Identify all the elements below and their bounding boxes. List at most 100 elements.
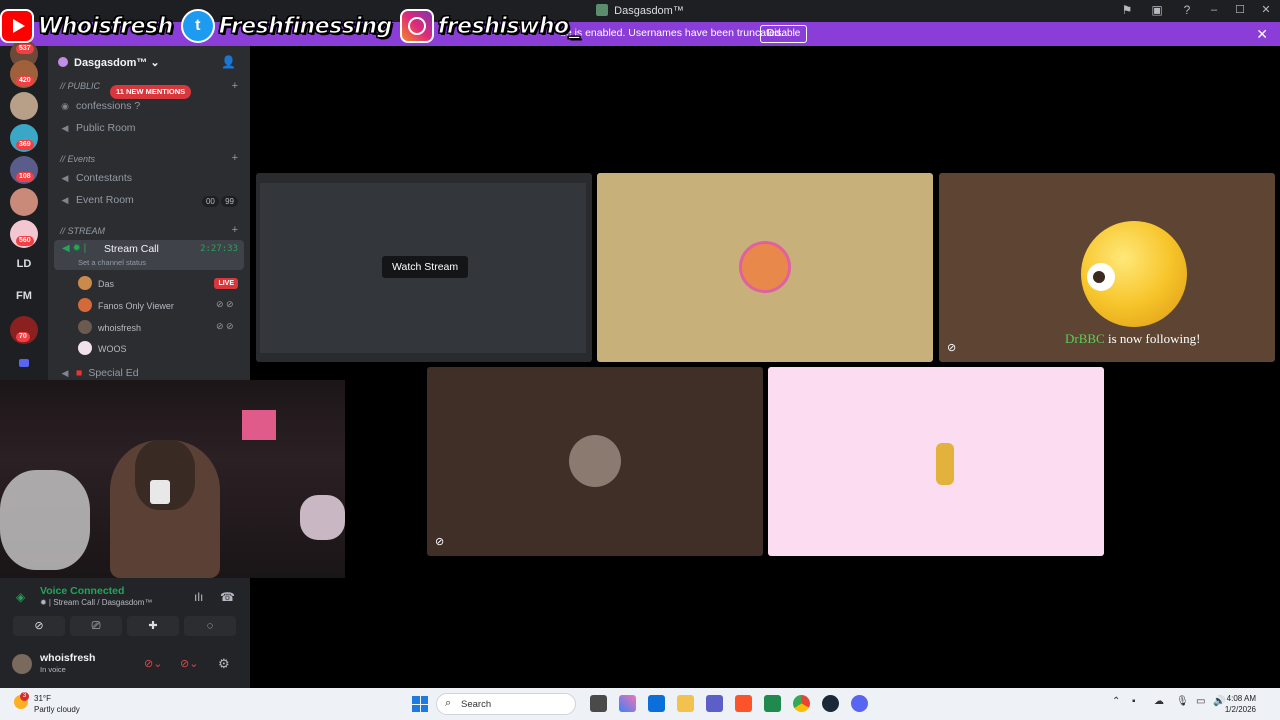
speaker-icon: ◀ [61,173,69,183]
clock[interactable]: 4:08 AM 1/2/2026 [1225,693,1256,715]
server-badge: 70 [16,332,30,342]
webcam-poster [242,410,276,440]
instagram-icon [399,9,434,43]
app-icon[interactable] [764,695,781,712]
voice-user[interactable]: whoisfresh [78,320,141,334]
red-square-icon: ■ [76,367,83,379]
channel-sidebar: Dasgasdom™ ⌄ 👤 // PUBLIC + 11 NEW MENTIO… [48,46,250,380]
volume-icon[interactable]: 🔊 [1213,696,1225,707]
store-icon[interactable] [648,695,665,712]
avatar [78,320,92,334]
chevron-up-icon[interactable]: ⌃ [1112,696,1120,707]
guild-header[interactable]: Dasgasdom™ ⌄ [58,56,160,69]
folder-icon[interactable] [19,359,29,367]
task-view-icon[interactable] [590,695,607,712]
soundboard-button[interactable]: ◌ [184,616,236,636]
screen-share-button[interactable]: ⎚ [70,616,122,636]
server-fm[interactable]: FM [10,290,38,302]
disable-button[interactable]: Disable [760,25,808,43]
webcam-phone [150,480,170,504]
activities-button[interactable]: ✚ [127,616,179,636]
gear-icon[interactable]: ⚙ [218,656,230,672]
twitter-icon: t [180,9,215,43]
close-window-button[interactable]: ✕ [1260,3,1272,17]
category-events[interactable]: // Events [60,154,95,164]
server-badge: 420 [16,76,34,86]
add-channel-icon[interactable]: + [232,224,238,236]
webcam-cloth [300,495,345,540]
chrome-icon[interactable] [793,695,810,712]
watch-stream-button[interactable]: Watch Stream [382,256,469,278]
server-badge: 560 [16,236,34,246]
tray-app-icon[interactable]: ▪ [1132,696,1136,707]
participant-tile[interactable] [597,173,933,362]
deafen-icon[interactable]: ⊘⌄ [180,657,198,670]
server-icon[interactable] [10,92,38,120]
inbox-icon[interactable]: ▣ [1150,3,1164,17]
channel-status[interactable]: Set a channel status [78,258,146,267]
flag-icon[interactable]: ⚑ [1120,3,1134,17]
minimize-button[interactable]: – [1208,3,1220,17]
add-channel-icon[interactable]: + [232,80,238,92]
steam-icon[interactable] [822,695,839,712]
voice-user[interactable]: WOOS [78,341,127,355]
guild-name: Dasgasdom™ [74,57,148,69]
live-badge: LIVE [214,278,238,289]
participant-tile[interactable] [768,367,1104,556]
participant-tile[interactable]: DrBBC is now following! ⊘ [939,173,1275,362]
stream-tile-screen[interactable]: Watch Stream [256,173,592,362]
channel-special-ed[interactable]: ◀ ■ Special Ed [60,367,139,379]
channel-event-room[interactable]: ◀ Event Room [60,194,134,206]
call-timer: 2:27:33 [200,244,238,254]
server-icon[interactable] [10,188,38,216]
disconnect-icon[interactable]: ☎ [220,590,235,604]
server-rail: 537 420 369 108 560 LD FM 70 [0,40,48,380]
emoji-eye [1087,263,1115,291]
start-button[interactable] [412,696,428,712]
voice-status[interactable]: Voice Connected [40,585,124,597]
category-stream[interactable]: // STREAM [60,226,105,236]
cloud-icon[interactable]: ☁ [1154,696,1164,707]
add-channel-icon[interactable]: + [232,152,238,164]
signal-icon[interactable]: ◈ [16,590,25,604]
search-box[interactable]: ⌕ Search [436,693,576,715]
speaker-icon: ◀ [61,195,69,205]
maximize-button[interactable]: ☐ [1234,3,1246,17]
folder-icon[interactable] [677,695,694,712]
voice-user[interactable]: Fanos Only Viewer [78,298,174,312]
event-room-counts: 00 99 [201,196,238,207]
invite-icon[interactable]: 👤 [221,55,236,69]
avatar [78,276,92,290]
copilot-icon[interactable] [619,695,636,712]
microphone-icon[interactable]: 🎙 [1176,696,1189,707]
weather-widget[interactable]: 31°F Partly cloudy [34,693,80,715]
display-icon[interactable]: ▭ [1196,696,1205,707]
channel-stream-call[interactable]: ◀ ✹ | Stream Call 2:27:33 Set a channel … [54,240,244,270]
channel-contestants[interactable]: ◀ Contestants [60,172,133,184]
mute-icon[interactable]: ⊘⌄ [144,657,162,670]
avatar [936,443,954,485]
search-icon: ⌕ [445,697,452,709]
muted-icon: ⊘ ⊘ [216,321,234,331]
channel-public-room[interactable]: ◀ Public Room [60,122,136,134]
camera-button[interactable]: ⊘ [13,616,65,636]
help-icon[interactable]: ? [1180,3,1194,17]
avatar [739,241,791,293]
participant-tile[interactable]: ⊘ [427,367,763,556]
close-notice-icon[interactable]: ✕ [1256,26,1268,43]
user-name[interactable]: whoisfresh [40,652,95,664]
speaker-icon: ◀ ✹ | [62,243,87,254]
noise-suppression-icon[interactable]: ılı [194,590,203,604]
teams-icon[interactable] [706,695,723,712]
channel-name: Stream Call [104,243,159,255]
discord-icon[interactable] [851,695,868,712]
channel-confessions[interactable]: ◉ confessions ? [60,100,140,112]
voice-user[interactable]: Das [78,276,114,290]
server-ld[interactable]: LD [10,258,38,270]
brave-icon[interactable] [735,695,752,712]
social-overlay: Whoisfresh t Freshfinessing freshiswho_ [0,8,583,44]
category-public[interactable]: // PUBLIC [60,81,100,91]
mentions-badge[interactable]: 11 NEW MENTIONS [110,85,192,99]
avatar[interactable] [12,654,32,674]
speaker-icon: ◀ [61,123,69,133]
